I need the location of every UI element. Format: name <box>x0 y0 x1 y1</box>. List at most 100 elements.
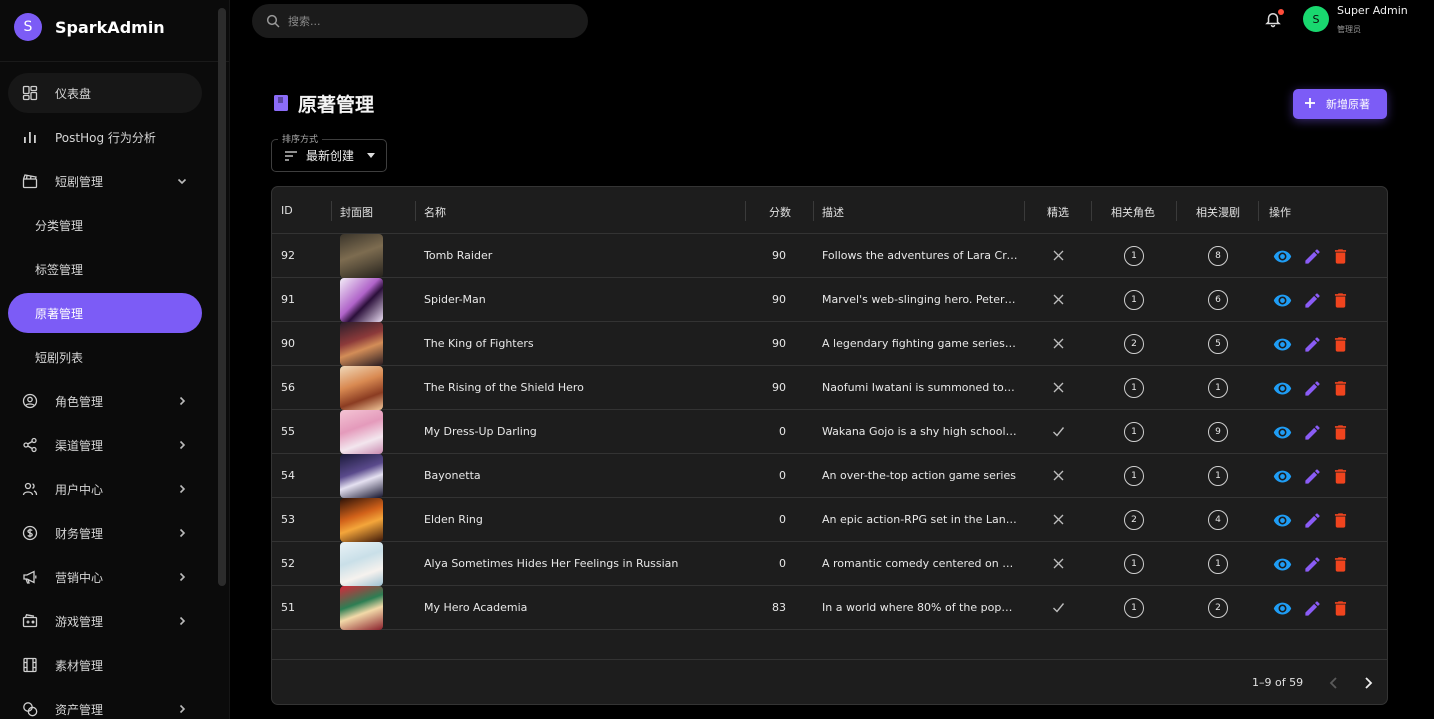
related-roles-count[interactable]: 1 <box>1124 422 1144 442</box>
related-comics-count[interactable]: 4 <box>1208 510 1228 530</box>
avatar[interactable]: S <box>1303 6 1329 32</box>
edit-icon[interactable] <box>1303 423 1322 442</box>
column-divider[interactable] <box>1091 201 1092 221</box>
related-roles-count[interactable]: 1 <box>1124 598 1144 618</box>
delete-icon[interactable] <box>1331 511 1350 530</box>
column-divider[interactable] <box>415 201 416 221</box>
add-source-button[interactable]: 新增原著 <box>1293 89 1387 119</box>
eye-icon[interactable] <box>1273 511 1292 530</box>
sidebar-item-6[interactable]: 短剧列表 <box>8 337 202 377</box>
edit-icon[interactable] <box>1303 335 1322 354</box>
sidebar-item-4[interactable]: 标签管理 <box>8 249 202 289</box>
related-comics-count[interactable]: 2 <box>1208 598 1228 618</box>
related-comics-count[interactable]: 6 <box>1208 290 1228 310</box>
sidebar-item-5[interactable]: 原著管理 <box>8 293 202 333</box>
sidebar-item-7[interactable]: 角色管理 <box>8 381 202 421</box>
related-comics-count[interactable]: 9 <box>1208 422 1228 442</box>
edit-icon[interactable] <box>1303 247 1322 266</box>
delete-icon[interactable] <box>1331 291 1350 310</box>
cell-score: 0 <box>779 469 786 482</box>
sidebar-item-11[interactable]: 营销中心 <box>8 557 202 597</box>
delete-icon[interactable] <box>1331 379 1350 398</box>
column-header-0[interactable]: ID <box>281 204 293 217</box>
related-roles-count[interactable]: 1 <box>1124 466 1144 486</box>
column-header-6[interactable]: 相关角色 <box>1111 204 1155 220</box>
related-roles-count[interactable]: 1 <box>1124 290 1144 310</box>
table-row[interactable]: 54 Bayonetta 0 An over-the-top action game … <box>272 454 1387 498</box>
table-row[interactable]: 52 Alya Sometimes Hides Her Feelings in R… <box>272 542 1387 586</box>
delete-icon[interactable] <box>1331 335 1350 354</box>
column-header-2[interactable]: 名称 <box>424 204 446 220</box>
related-roles-count[interactable]: 2 <box>1124 334 1144 354</box>
delete-icon[interactable] <box>1331 555 1350 574</box>
edit-icon[interactable] <box>1303 599 1322 618</box>
column-divider[interactable] <box>331 201 332 221</box>
sidebar-item-14[interactable]: 资产管理 <box>8 689 202 719</box>
column-divider[interactable] <box>1176 201 1177 221</box>
table-row[interactable]: 53 Elden Ring 0 An epic action-RPG set in t… <box>272 498 1387 542</box>
column-header-5[interactable]: 精选 <box>1047 204 1069 220</box>
sidebar-item-0[interactable]: 仪表盘 <box>8 73 202 113</box>
sidebar-item-label: 原著管理 <box>35 306 84 321</box>
delete-icon[interactable] <box>1331 247 1350 266</box>
sidebar-scrollbar[interactable] <box>218 8 226 586</box>
related-comics-count[interactable]: 5 <box>1208 334 1228 354</box>
related-roles-count[interactable]: 1 <box>1124 554 1144 574</box>
data-table: ID 封面图 名称 分数 描述 精选 相关角色 相关漫剧 操作 92 Tomb Raider 90 F… <box>271 186 1388 705</box>
edit-icon[interactable] <box>1303 467 1322 486</box>
cell-description: An over-the-top action game series <box>822 469 1016 482</box>
eye-icon[interactable] <box>1273 247 1292 266</box>
share-icon <box>22 437 38 453</box>
sidebar-item-8[interactable]: 渠道管理 <box>8 425 202 465</box>
chevron-left-icon[interactable] <box>1327 676 1341 690</box>
eye-icon[interactable] <box>1273 291 1292 310</box>
column-header-7[interactable]: 相关漫剧 <box>1196 204 1240 220</box>
table-row[interactable]: 51 My Hero Academia 83 In a world where 80%… <box>272 586 1387 630</box>
edit-icon[interactable] <box>1303 555 1322 574</box>
sidebar-item-13[interactable]: 素材管理 <box>8 645 202 685</box>
eye-icon[interactable] <box>1273 379 1292 398</box>
edit-icon[interactable] <box>1303 379 1322 398</box>
edit-icon[interactable] <box>1303 291 1322 310</box>
sidebar-item-3[interactable]: 分类管理 <box>8 205 202 245</box>
column-header-3[interactable]: 分数 <box>769 204 791 220</box>
column-divider[interactable] <box>1024 201 1025 221</box>
sidebar-item-10[interactable]: 财务管理 <box>8 513 202 553</box>
column-divider[interactable] <box>1258 201 1259 221</box>
table-row[interactable]: 91 Spider-Man 90 Marvel's web-slinging hero… <box>272 278 1387 322</box>
table-row[interactable]: 56 The Rising of the Shield Hero 90 Naofumi… <box>272 366 1387 410</box>
table-row[interactable]: 90 The King of Fighters 90 A legendary figh… <box>272 322 1387 366</box>
eye-icon[interactable] <box>1273 335 1292 354</box>
sidebar-item-9[interactable]: 用户中心 <box>8 469 202 509</box>
column-header-4[interactable]: 描述 <box>822 204 844 220</box>
delete-icon[interactable] <box>1331 423 1350 442</box>
column-header-8[interactable]: 操作 <box>1269 204 1291 220</box>
delete-icon[interactable] <box>1331 599 1350 618</box>
column-divider[interactable] <box>813 201 814 221</box>
sidebar-item-1[interactable]: PostHog 行为分析 <box>8 117 202 157</box>
eye-icon[interactable] <box>1273 467 1292 486</box>
related-comics-count[interactable]: 1 <box>1208 466 1228 486</box>
related-comics-count[interactable]: 1 <box>1208 554 1228 574</box>
related-roles-count[interactable]: 1 <box>1124 378 1144 398</box>
close-icon <box>1052 557 1065 570</box>
column-divider[interactable] <box>745 201 746 221</box>
related-roles-count[interactable]: 2 <box>1124 510 1144 530</box>
chevron-right-icon[interactable] <box>1361 676 1375 690</box>
search-bar[interactable] <box>252 4 588 38</box>
eye-icon[interactable] <box>1273 423 1292 442</box>
eye-icon[interactable] <box>1273 599 1292 618</box>
eye-icon[interactable] <box>1273 555 1292 574</box>
delete-icon[interactable] <box>1331 467 1350 486</box>
column-header-1[interactable]: 封面图 <box>340 204 373 220</box>
related-roles-count[interactable]: 1 <box>1124 246 1144 266</box>
edit-icon[interactable] <box>1303 511 1322 530</box>
table-row[interactable]: 55 My Dress-Up Darling 0 Wakana Gojo is a s… <box>272 410 1387 454</box>
sidebar-item-2[interactable]: 短剧管理 <box>8 161 202 201</box>
related-comics-count[interactable]: 1 <box>1208 378 1228 398</box>
related-comics-count[interactable]: 8 <box>1208 246 1228 266</box>
search-input[interactable] <box>288 11 568 31</box>
sidebar-item-12[interactable]: 游戏管理 <box>8 601 202 641</box>
table-row[interactable]: 92 Tomb Raider 90 Follows the adventures of… <box>272 234 1387 278</box>
brand[interactable]: S SparkAdmin <box>14 12 165 42</box>
